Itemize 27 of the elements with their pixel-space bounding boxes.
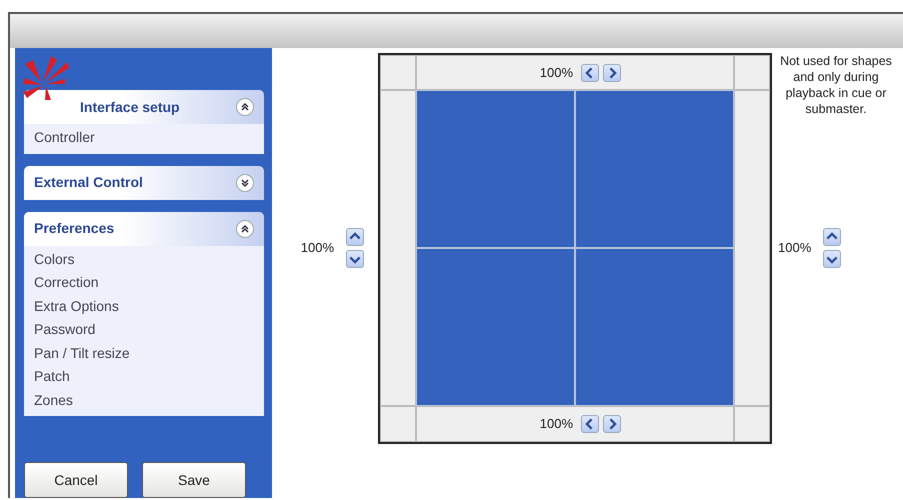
- sidebar-item[interactable]: Patch: [24, 365, 80, 388]
- arrow-right-button[interactable]: [603, 64, 621, 82]
- sidebar-item[interactable]: Zones: [24, 388, 83, 412]
- percent-label: 100%: [538, 415, 574, 434]
- logo-icon: [21, 54, 71, 100]
- expand-button[interactable]: [236, 174, 254, 192]
- percent-label: 100%: [778, 239, 812, 258]
- percent-label: 100%: [538, 64, 574, 82]
- sidebar-item[interactable]: Colors: [24, 248, 84, 271]
- save-button[interactable]: Save: [142, 462, 246, 498]
- cancel-button[interactable]: Cancel: [24, 462, 128, 498]
- sidebar-item[interactable]: Password: [24, 318, 106, 342]
- arrow-down-button[interactable]: [823, 250, 842, 268]
- arrow-left-button[interactable]: [581, 64, 599, 82]
- percent-label: 100%: [300, 239, 334, 258]
- arrow-down-button[interactable]: [346, 250, 364, 268]
- collapse-button[interactable]: [236, 220, 254, 238]
- arrow-up-button[interactable]: [346, 228, 364, 246]
- sidebar-item[interactable]: Controller: [24, 126, 105, 150]
- arrow-right-button[interactable]: [603, 415, 621, 433]
- sidebar-item[interactable]: Extra Options: [24, 294, 129, 318]
- arrow-left-button[interactable]: [581, 415, 599, 433]
- sidebar-item[interactable]: Pan / Tilt resize: [24, 342, 140, 365]
- arrow-up-button[interactable]: [823, 228, 842, 246]
- sidebar-item[interactable]: Correction: [24, 271, 109, 294]
- note-text: Not used for shapes and only during playback in cue or submaster.: [779, 53, 893, 117]
- collapse-button[interactable]: [236, 98, 254, 116]
